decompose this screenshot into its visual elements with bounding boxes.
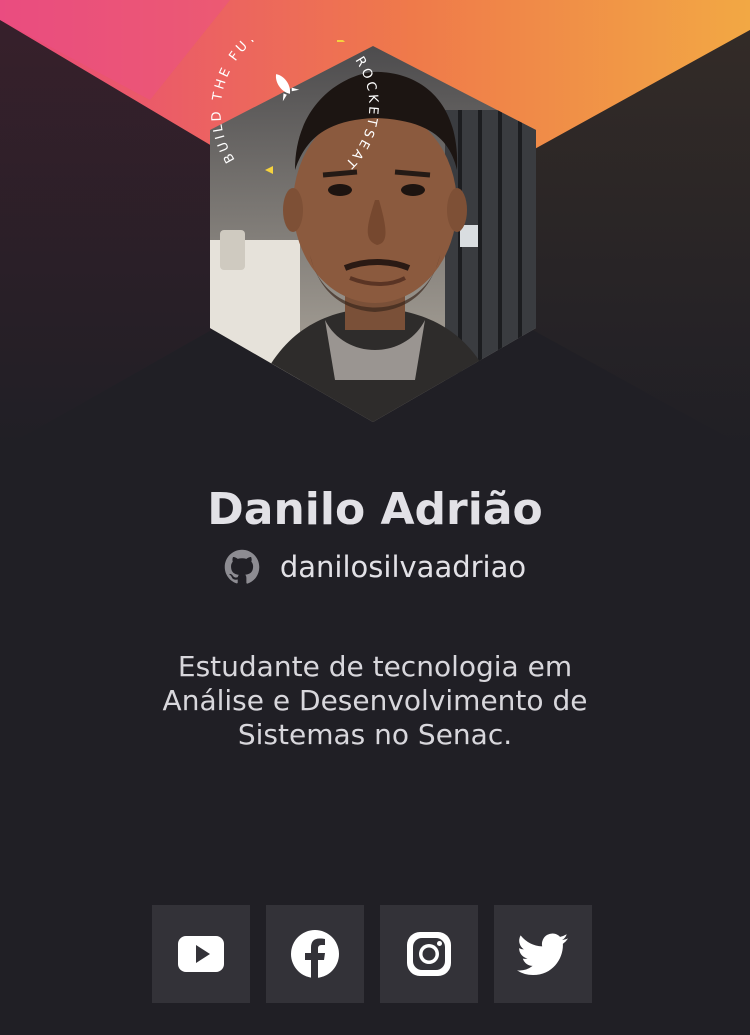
twitter-button[interactable] <box>494 905 592 1003</box>
facebook-button[interactable] <box>266 905 364 1003</box>
github-icon <box>224 549 260 584</box>
instagram-button[interactable] <box>380 905 478 1003</box>
profile-name: Danilo Adrião <box>207 484 543 535</box>
github-username: danilosilvaadriao <box>279 550 527 584</box>
youtube-icon <box>178 936 224 972</box>
youtube-button[interactable] <box>152 905 250 1003</box>
profile-bio: Estudante de tecnologia em Análise e Des… <box>162 650 588 751</box>
instagram-icon <box>407 932 451 976</box>
social-links <box>152 905 594 1003</box>
github-link[interactable]: danilosilvaadriao <box>0 548 750 586</box>
twitter-icon <box>517 933 569 976</box>
avatar: BUILD THE FUTURE ROCKETSEAT <box>205 40 541 430</box>
facebook-icon <box>291 930 339 978</box>
